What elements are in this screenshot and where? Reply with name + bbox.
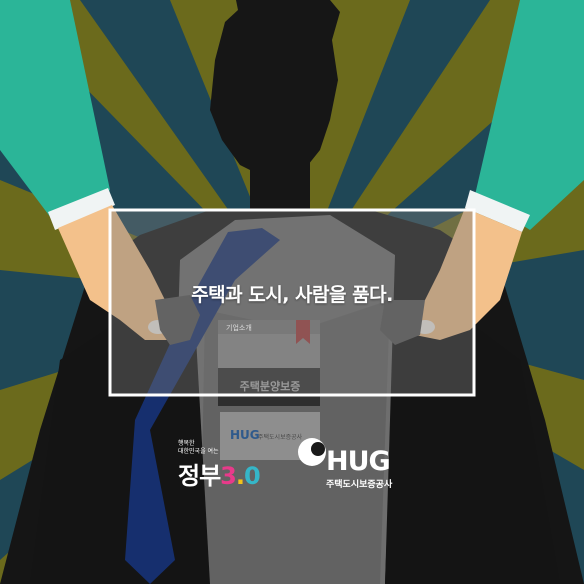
hug-logo: HUG 주택도시보증공사 — [296, 440, 406, 490]
gov-num0: 0 — [244, 462, 261, 490]
headline: 주택과 도시, 사람을 품다. — [191, 284, 393, 306]
hug-subtitle: 주택도시보증공사 — [326, 480, 393, 490]
gov-line1: 행복한 — [178, 440, 195, 447]
gov-word: 정부 — [178, 462, 221, 490]
card-title: 주택분양보증 — [239, 380, 301, 393]
government-logo: 행복한 대한민국을 여는 정부3.0 — [178, 440, 274, 492]
gov-dot: . — [235, 462, 245, 490]
poster: 주택과 도시, 사람을 품다. 기업소개 주택분양보증 HUG 주택도시보증공사… — [0, 0, 584, 584]
card-tag: 기업소개 — [226, 324, 252, 332]
gov-line2: 대한민국을 여는 — [178, 448, 219, 455]
gov-wordmark: 정부3.0 — [178, 456, 261, 491]
gov-num3: 3 — [220, 462, 237, 490]
hug-wordmark: HUG — [326, 446, 391, 477]
